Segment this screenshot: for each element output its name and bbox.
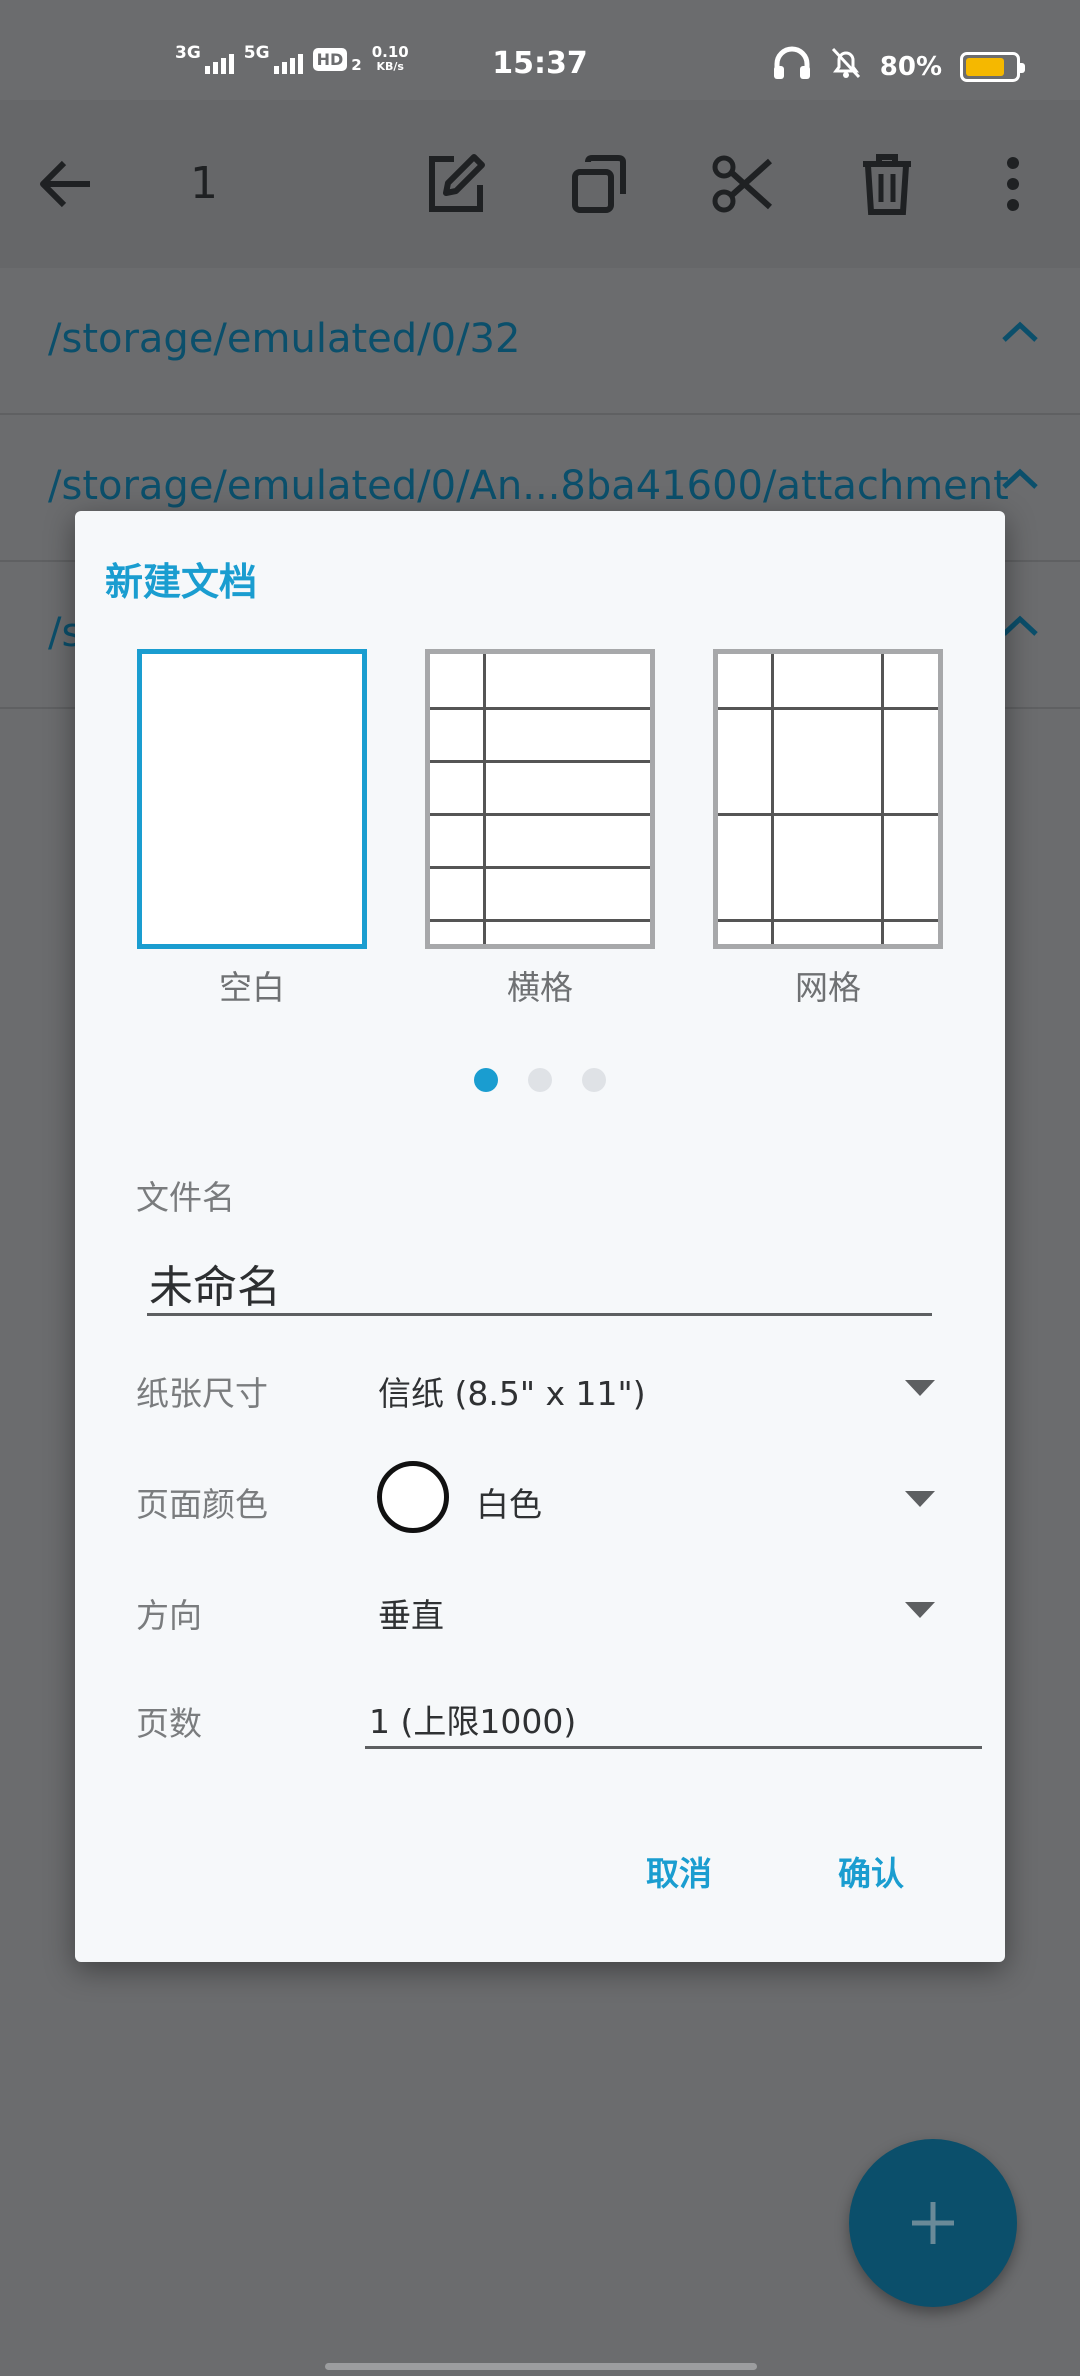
plus-icon	[912, 2202, 954, 2244]
selected-count: 1	[190, 158, 218, 209]
template-blank-preview	[137, 649, 367, 949]
template-grid-preview	[713, 649, 943, 949]
folder-row[interactable]: /storage/emulated/0/32	[0, 268, 1080, 415]
folder-path: /storage/emulated/0/An...8ba41600/attach…	[48, 463, 1009, 509]
dialog-title: 新建文档	[105, 560, 258, 604]
copy-icon[interactable]	[563, 148, 635, 220]
orientation-dropdown-icon[interactable]	[905, 1602, 935, 1618]
folder-path: /storage/emulated/0/32	[48, 316, 521, 362]
page-indicator-dot[interactable]	[582, 1068, 606, 1092]
template-grid-label: 网格	[795, 968, 861, 1007]
paper-size-select[interactable]: 信纸 (8.5" x 11")	[378, 1367, 646, 1415]
filename-input[interactable]: 未命名	[147, 1251, 932, 1316]
chevron-up-icon[interactable]	[1000, 614, 1040, 642]
page-color-select[interactable]: 白色	[476, 1478, 542, 1526]
battery-icon	[960, 51, 1025, 82]
paper-size-label: 纸张尺寸	[136, 1374, 268, 1413]
cut-icon[interactable]	[707, 148, 779, 220]
template-blank-label: 空白	[219, 968, 285, 1007]
delete-icon[interactable]	[851, 148, 923, 220]
page-indicator	[75, 1068, 1005, 1092]
page-color-dropdown-icon[interactable]	[905, 1491, 935, 1507]
cancel-button[interactable]: 取消	[646, 1847, 712, 1895]
chevron-up-icon[interactable]	[1000, 467, 1040, 495]
chevron-up-icon[interactable]	[1000, 320, 1040, 348]
more-vert-icon[interactable]	[977, 148, 1049, 220]
status-right: 80%	[772, 46, 1025, 87]
template-blank[interactable]: 空白	[137, 649, 367, 1009]
add-fab-button[interactable]	[849, 2139, 1017, 2307]
page-count-label: 页数	[136, 1704, 202, 1743]
selection-toolbar: 1	[0, 100, 1080, 268]
back-arrow-icon[interactable]	[30, 148, 102, 220]
filename-label: 文件名	[136, 1178, 235, 1217]
page-color-swatch[interactable]	[377, 1461, 449, 1533]
bell-off-icon	[830, 46, 862, 87]
page-indicator-dot[interactable]	[528, 1068, 552, 1092]
status-bar: 3G 5G HD 2 0.10 KB/s 15:37 80%	[0, 0, 1080, 100]
new-document-dialog: 新建文档 空白 横格 网格 文件名 未命名 纸张尺寸 信纸 (8.5" x 11…	[75, 511, 1005, 1962]
headphones-icon	[772, 46, 812, 87]
paper-size-dropdown-icon[interactable]	[905, 1380, 935, 1396]
confirm-button[interactable]: 确认	[838, 1847, 904, 1895]
edit-icon[interactable]	[419, 148, 491, 220]
template-ruled[interactable]: 横格	[425, 649, 655, 1009]
page-indicator-dot[interactable]	[474, 1068, 498, 1092]
page-count-input[interactable]: 1 (上限1000)	[365, 1695, 982, 1749]
template-grid[interactable]: 网格	[713, 649, 943, 1009]
gesture-nav-bar[interactable]	[325, 2363, 757, 2370]
page-color-label: 页面颜色	[136, 1485, 268, 1524]
orientation-label: 方向	[136, 1596, 202, 1635]
battery-percent: 80%	[879, 51, 942, 82]
orientation-select[interactable]: 垂直	[378, 1589, 444, 1637]
template-ruled-label: 横格	[507, 968, 573, 1007]
template-ruled-preview	[425, 649, 655, 949]
